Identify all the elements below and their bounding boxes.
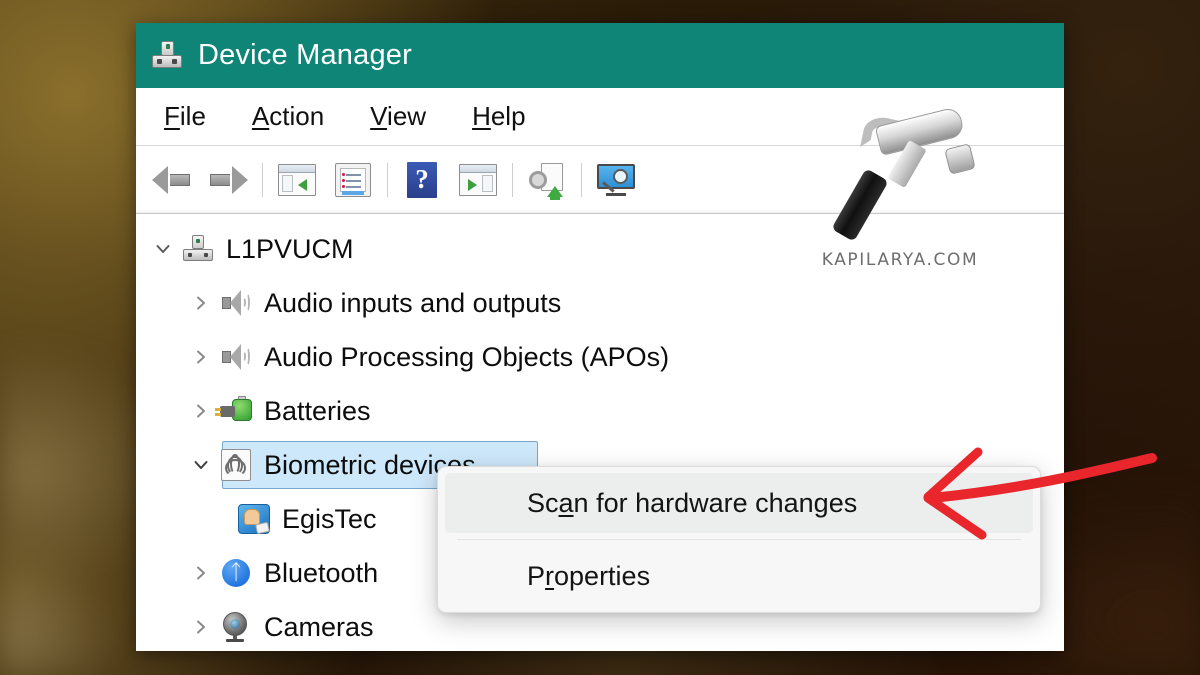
update-driver-icon: [529, 162, 565, 200]
ctx-scan-accesskey: a: [558, 487, 574, 518]
tree-node-label: Cameras: [264, 611, 374, 642]
toolbar-separator: [262, 162, 263, 197]
context-menu: Sc a n for hardware changes Pr operties: [437, 466, 1041, 613]
ctx-props-pre: P: [527, 560, 546, 591]
tree-node-label: EgisTec: [282, 503, 377, 534]
menu-help-accesskey: H: [472, 101, 491, 131]
tree-node-label: L1PVUCM: [226, 233, 354, 264]
context-menu-separator: [457, 539, 1021, 540]
ctx-scan-post: n for hardware changes: [573, 487, 858, 518]
menu-action-rest: ction: [269, 101, 325, 131]
toolbar-show-hide-console-tree-button[interactable]: [269, 155, 325, 205]
toolbar-forward-button[interactable]: [200, 155, 256, 205]
camera-icon: [218, 609, 254, 645]
menu-view-rest: iew: [387, 101, 427, 131]
menu-item-action[interactable]: Action: [234, 99, 342, 134]
menu-file-accesskey: F: [164, 101, 180, 131]
fingerprint-icon: [218, 447, 254, 483]
chevron-right-icon[interactable]: [184, 348, 218, 366]
toolbar-separator: [512, 162, 513, 197]
scan-for-hardware-changes-icon: [597, 163, 635, 196]
toolbar: ?: [136, 146, 1064, 214]
menu-view-accesskey: V: [370, 101, 388, 131]
toolbar-properties-button[interactable]: [325, 155, 381, 205]
context-menu-item-properties[interactable]: Pr operties: [445, 546, 1033, 606]
window-title: Device Manager: [198, 39, 412, 71]
ctx-scan-pre: Sc: [527, 487, 559, 518]
forward-arrow-icon: [208, 164, 248, 196]
menu-item-help[interactable]: Help: [454, 99, 543, 134]
chevron-right-icon[interactable]: [184, 294, 218, 312]
tree-node-label: Audio inputs and outputs: [264, 287, 562, 318]
speaker-icon: [218, 285, 254, 321]
tree-node-batteries[interactable]: Batteries: [136, 384, 1064, 438]
tree-node-audio-inputs-and-outputs[interactable]: Audio inputs and outputs: [136, 276, 1064, 330]
tree-node-label: Audio Processing Objects (APOs): [264, 341, 670, 372]
help-icon: ?: [407, 161, 437, 198]
computer-icon: [180, 231, 216, 267]
menu-file-rest: ile: [179, 101, 206, 131]
context-menu-item-scan-for-hardware-changes[interactable]: Sc a n for hardware changes: [445, 473, 1033, 533]
toolbar-separator: [387, 162, 388, 197]
title-bar: Device Manager: [136, 23, 1064, 88]
back-arrow-icon: [152, 164, 192, 196]
show-hide-console-tree-icon: [278, 163, 316, 196]
ctx-props-post: operties: [554, 560, 651, 591]
chevron-down-icon[interactable]: [146, 240, 180, 258]
menu-item-view[interactable]: View: [352, 99, 444, 134]
device-manager-icon: [152, 40, 182, 71]
tree-node-audio-processing-objects[interactable]: Audio Processing Objects (APOs): [136, 330, 1064, 384]
toolbar-show-hide-action-pane-button[interactable]: [450, 155, 506, 205]
toolbar-separator: [581, 162, 582, 197]
chevron-down-icon[interactable]: [184, 456, 218, 474]
toolbar-help-button[interactable]: ?: [394, 155, 450, 205]
chevron-right-icon[interactable]: [184, 618, 218, 636]
tree-node-label: Batteries: [264, 395, 371, 426]
menu-action-accesskey: A: [251, 101, 270, 131]
toolbar-scan-hardware-changes-button[interactable]: [588, 155, 644, 205]
tree-node-l1pvucm[interactable]: L1PVUCM: [136, 222, 1064, 276]
properties-icon: [335, 162, 371, 197]
chevron-right-icon[interactable]: [184, 402, 218, 420]
ctx-props-accesskey: r: [545, 560, 555, 591]
battery-icon: [215, 393, 254, 429]
toolbar-update-driver-button[interactable]: [519, 155, 575, 205]
speaker-icon: [218, 339, 254, 375]
toolbar-back-button[interactable]: [144, 155, 200, 205]
show-hide-action-pane-icon: [459, 163, 497, 196]
desktop-background: Device Manager File Action View Help ? L…: [0, 0, 1200, 675]
menu-bar: File Action View Help: [136, 88, 1064, 146]
egistec-icon: [236, 501, 272, 537]
menu-help-rest: elp: [490, 101, 526, 131]
menu-item-file[interactable]: File: [146, 99, 224, 134]
tree-node-label: Bluetooth: [264, 557, 379, 588]
chevron-right-icon[interactable]: [184, 564, 218, 582]
bluetooth-icon: ᛏ: [218, 555, 254, 591]
